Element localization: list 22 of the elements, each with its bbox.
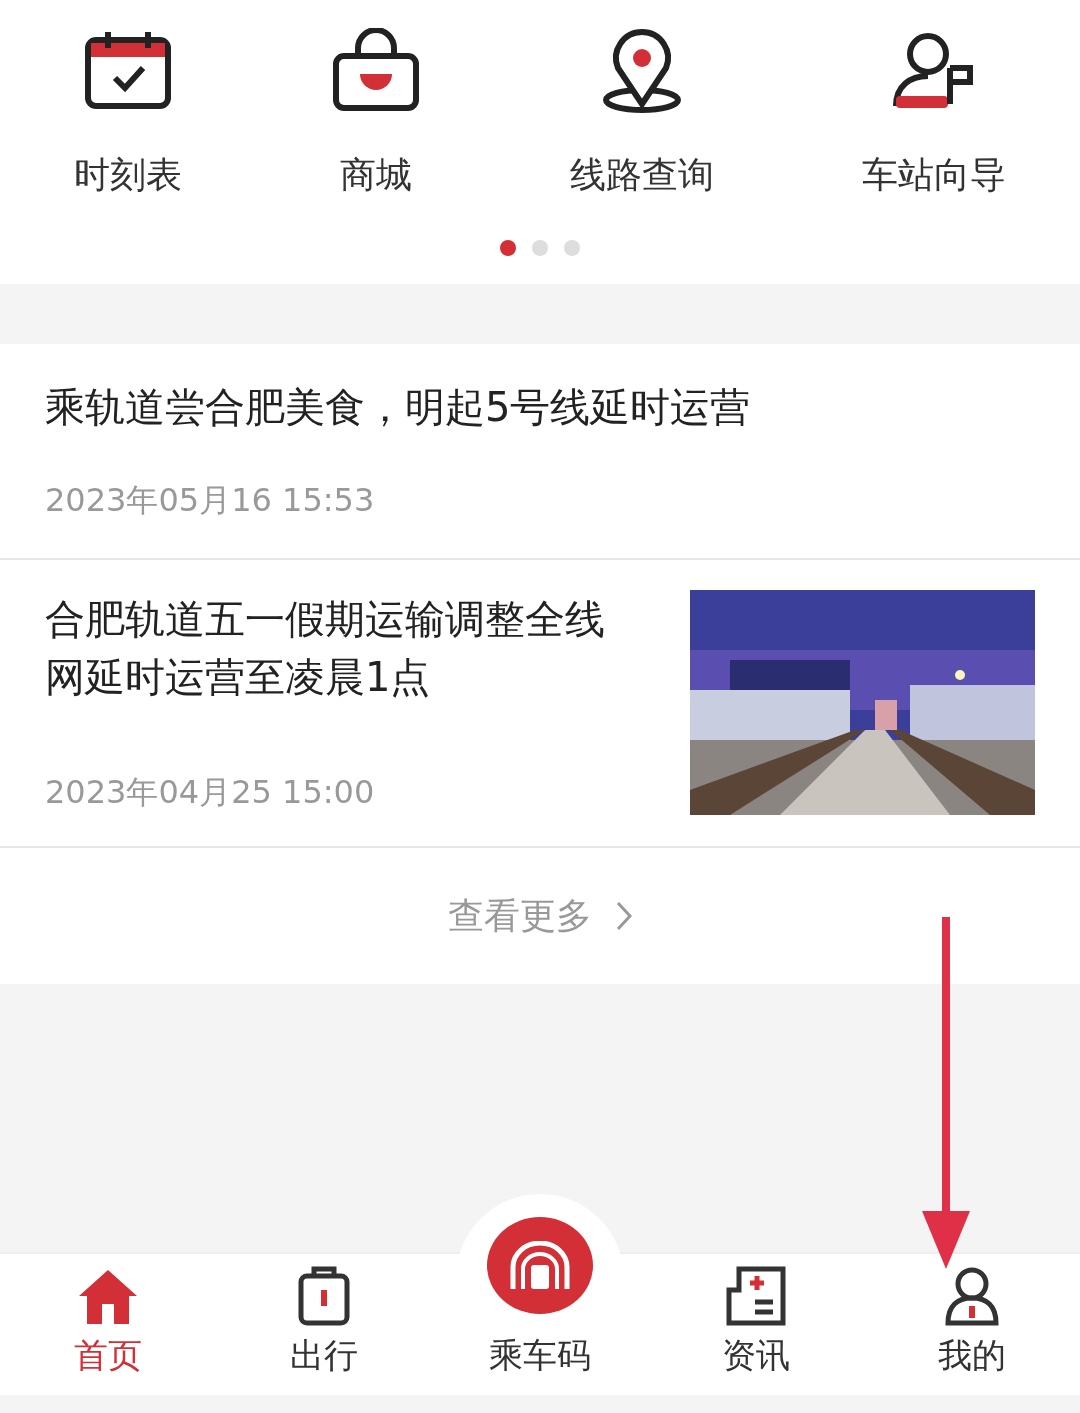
shortcut-item[interactable]: 线路查询 [496, 28, 788, 202]
nav-tab[interactable]: 出行 [216, 1254, 432, 1395]
news-title[interactable]: 乘轨道尝合肥美食，明起5号线延时运营 [45, 344, 1035, 436]
news-time: 2023年04月25 15:00 [45, 772, 376, 813]
shortcut-item[interactable]: 车站向导 [788, 28, 1080, 202]
shopping-bag-icon [330, 28, 422, 114]
house-icon [77, 1268, 139, 1326]
shortcut-item[interactable]: 时刻表 [0, 28, 256, 202]
page-dot[interactable] [500, 240, 516, 256]
nav-tab[interactable]: 我的 [864, 1254, 1080, 1395]
shortcut-item[interactable]: 商城 [256, 28, 496, 202]
document-plus-icon [725, 1266, 787, 1326]
nav-tab[interactable]: 资讯 [648, 1254, 864, 1395]
nav-tab[interactable]: 首页 [0, 1254, 216, 1395]
news-title[interactable]: 合肥轨道五一假期运输调整全线网延时运营至凌晨1点 [45, 590, 630, 706]
page-dot[interactable] [564, 240, 580, 256]
suitcase-icon [298, 1266, 350, 1326]
news-time: 2023年05月16 15:53 [45, 480, 376, 521]
person-icon [944, 1266, 1000, 1326]
page-dot[interactable] [532, 240, 548, 256]
nav-tab[interactable]: 乘车码 [432, 1216, 648, 1395]
chevron-right-icon [616, 901, 632, 931]
